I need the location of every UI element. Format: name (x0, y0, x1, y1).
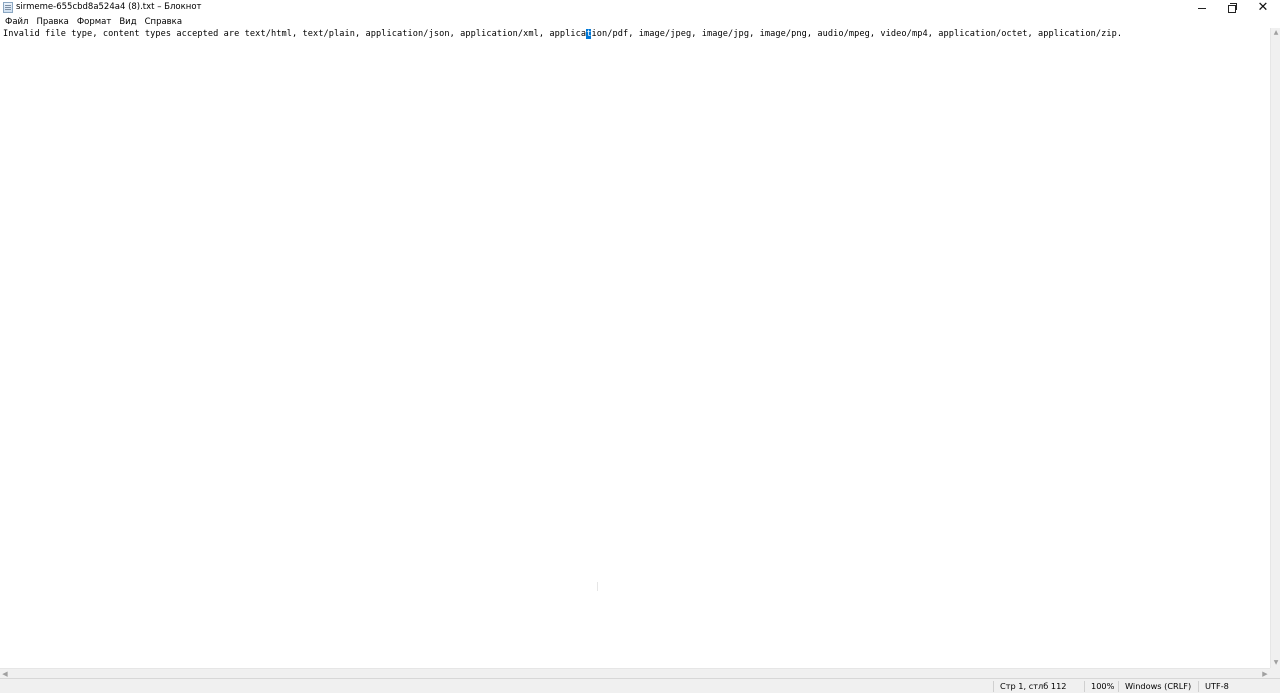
restore-button[interactable] (1217, 0, 1247, 15)
status-bar: Стр 1, стлб 112 100% Windows (CRLF) UTF-… (0, 678, 1280, 693)
status-zoom: 100% (1091, 681, 1115, 691)
status-line-ending: Windows (CRLF) (1125, 681, 1192, 691)
menu-file[interactable]: Файл (1, 16, 32, 28)
editor-line[interactable]: Invalid file type, content types accepte… (3, 29, 1122, 40)
text-editor[interactable]: Invalid file type, content types accepte… (0, 28, 1270, 668)
restore-icon (1227, 3, 1237, 13)
text-before-selection: Invalid file type, content types accepte… (3, 29, 587, 39)
menu-help[interactable]: Справка (141, 16, 186, 28)
horizontal-scrollbar[interactable]: ◀ ▶ (0, 668, 1270, 678)
scroll-up-icon[interactable]: ▲ (1271, 28, 1280, 38)
close-button[interactable]: ✕ (1248, 0, 1278, 15)
notepad-icon (3, 2, 13, 13)
menu-view[interactable]: Вид (115, 16, 140, 28)
menu-edit[interactable]: Правка (32, 16, 72, 28)
scrollbar-corner (1270, 668, 1280, 678)
scroll-down-icon[interactable]: ▼ (1271, 658, 1280, 668)
window-title: sirmeme-655cbd8a524a4 (8).txt – Блокнот (16, 2, 202, 12)
menu-bar: Файл Правка Формат Вид Справка (0, 15, 1280, 28)
vertical-scrollbar[interactable]: ▲ ▼ (1270, 28, 1280, 668)
text-after-selection: ion/pdf, image/jpeg, image/jpg, image/pn… (591, 29, 1123, 39)
mouse-ibeam-cursor (597, 582, 598, 591)
close-icon: ✕ (1257, 0, 1269, 15)
menu-format[interactable]: Формат (73, 16, 116, 28)
status-position: Стр 1, стлб 112 (1000, 681, 1067, 691)
minimize-icon (1198, 7, 1206, 9)
title-bar[interactable]: sirmeme-655cbd8a524a4 (8).txt – Блокнот … (0, 0, 1280, 15)
status-encoding: UTF-8 (1205, 681, 1229, 691)
minimize-button[interactable] (1187, 0, 1217, 15)
